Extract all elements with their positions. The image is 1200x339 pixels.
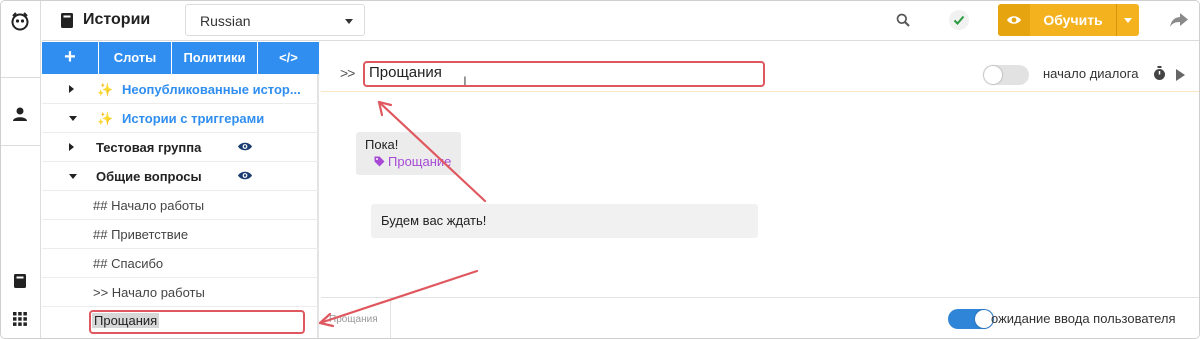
chevron-right-icon[interactable] [69,85,74,93]
language-select[interactable]: Russian [185,4,365,36]
language-select-value: Russian [200,13,251,29]
train-button-label: Обучить [1043,12,1103,28]
story-tab[interactable]: Прощания [321,298,391,338]
wait-input-toggle[interactable] [948,309,994,329]
share-icon[interactable] [1168,9,1190,31]
bot-response[interactable]: Будем вас ждать! [371,204,758,238]
annotation-box-sidebar-item [89,310,305,334]
apps-grid-icon[interactable] [9,308,31,330]
chevron-down-icon[interactable] [69,116,77,121]
app-logo-icon[interactable] [9,10,31,32]
page-title: Истории [83,11,151,28]
sparkle-icon: ✨ [97,111,114,126]
story-item-label: >> Начало работы [93,285,205,300]
top-header: Истории Russian Обучить [42,1,1199,41]
eye-icon [998,4,1030,36]
slots-button[interactable]: Слоты [99,42,172,74]
sidebar-toolbar: + Слоты Политики </> [42,42,319,74]
intent-name: Прощание [388,154,452,169]
tree-group-triggers[interactable]: ✨ Истории с триггерами [42,104,319,133]
chevron-down-icon [1124,17,1132,23]
story-footer: Прощания ожидание ввода пользователя [321,297,1199,338]
story-item[interactable]: ## Начало работы [42,191,319,220]
tree-group-unpublished[interactable]: ✨ Неопубликованные истор... [42,75,319,104]
search-icon[interactable] [892,9,914,31]
tree-group-test[interactable]: Тестовая группа [42,133,319,162]
tree-group-label: Общие вопросы [96,169,202,184]
chevron-down-icon[interactable] [69,174,77,179]
app-window: Истории Russian Обучить + Слоты Политики [0,0,1200,339]
story-item[interactable]: >> Начало работы [42,278,319,307]
wait-input-label: ожидание ввода пользователя [991,311,1176,326]
bot-response-text: Будем вас ждать! [381,213,487,228]
sparkle-icon: ✨ [97,82,114,97]
book-icon [61,12,73,28]
user-message-text: Пока! [365,137,399,152]
eye-icon[interactable] [237,169,253,184]
left-rail [1,1,41,338]
add-story-button[interactable]: + [42,42,99,74]
stopwatch-icon[interactable] [1153,66,1166,84]
story-sidebar: + Слоты Политики </> ✨ Неопубликованные … [42,42,319,338]
train-dropdown-button[interactable] [1116,4,1139,36]
story-item[interactable]: ## Приветствие [42,220,319,249]
policies-button[interactable]: Политики [172,42,258,74]
chevron-down-icon [345,19,353,24]
rail-divider [1,145,41,146]
tag-icon [374,156,385,167]
check-icon[interactable] [948,9,970,31]
user-message[interactable]: Пока! Прощание [356,132,461,175]
tree-group-label: Истории с триггерами [122,111,265,126]
page-title-group: Истории [60,9,150,31]
story-item-label: ## Приветствие [93,227,189,242]
story-item-label: ## Спасибо [93,256,164,271]
code-view-button[interactable]: </> [258,42,319,74]
story-item-label: ## Начало работы [93,198,205,213]
eye-icon[interactable] [237,140,253,155]
tree-group-label: Тестовая группа [96,140,202,155]
tree-group-label: Неопубликованные истор... [122,82,301,97]
start-dialog-label: начало диалога [1043,66,1139,81]
user-icon[interactable] [9,103,31,125]
chevron-right-icon[interactable] [69,143,74,151]
play-icon[interactable] [1176,69,1185,81]
story-item[interactable]: ## Спасибо [42,249,319,278]
intent-label[interactable]: Прощание [374,154,451,169]
tree-group-general[interactable]: Общие вопросы [42,162,319,191]
train-button[interactable]: Обучить [998,4,1139,36]
toggle-knob [984,66,1002,84]
book-icon[interactable] [9,270,31,292]
story-chevron: >> [340,65,355,81]
rail-divider [1,77,41,78]
start-dialog-toggle[interactable] [983,65,1029,85]
annotation-box-title [363,61,765,87]
